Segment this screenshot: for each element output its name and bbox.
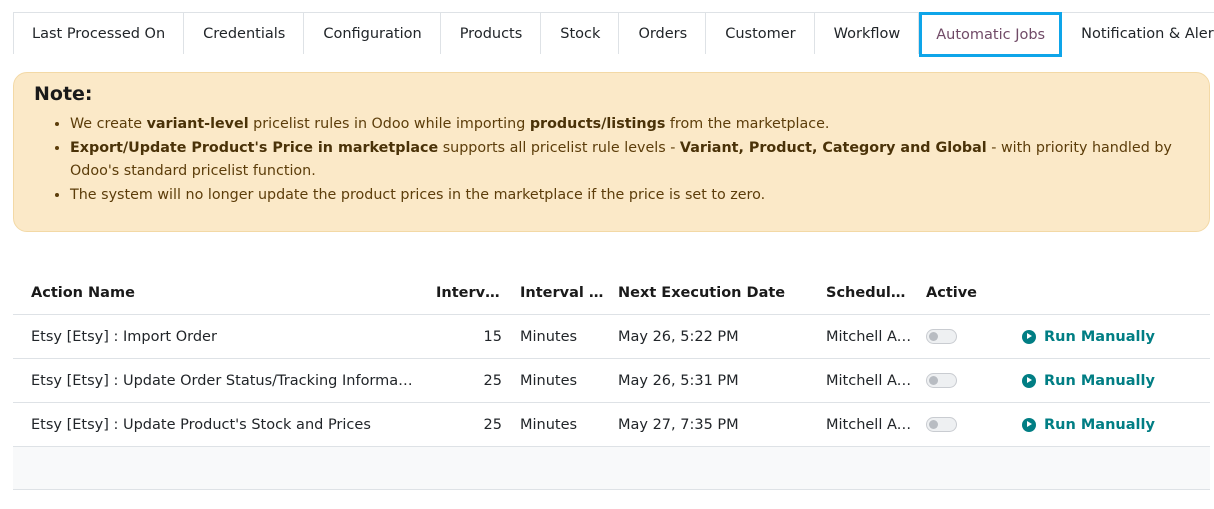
cell-action-name: Etsy [Etsy] : Import Order xyxy=(31,328,217,345)
active-toggle[interactable] xyxy=(926,373,957,388)
tab-bar: Last Processed On Credentials Configurat… xyxy=(13,12,1214,57)
tab-stock[interactable]: Stock xyxy=(541,13,620,54)
table-row[interactable]: Etsy [Etsy] : Import Order 15 Minutes Ma… xyxy=(13,315,1210,359)
note-item: Export/Update Product's Price in marketp… xyxy=(70,137,1189,184)
cell-active xyxy=(914,329,1022,345)
cell-interval-unit: Minutes xyxy=(520,372,578,389)
note-text: supports all pricelist rule levels - xyxy=(438,139,680,156)
tab-automatic-jobs[interactable]: Automatic Jobs xyxy=(919,12,1063,57)
table-row[interactable]: Etsy [Etsy] : Update Order Status/Tracki… xyxy=(13,359,1210,403)
play-circle-icon xyxy=(1022,373,1036,388)
header-active[interactable]: Active xyxy=(914,285,1022,301)
tab-last-processed-on[interactable]: Last Processed On xyxy=(13,13,185,54)
tab-orders[interactable]: Orders xyxy=(619,13,707,54)
note-list: We create variant-level pricelist rules … xyxy=(34,113,1189,207)
active-toggle[interactable] xyxy=(926,329,957,344)
cell-interval-unit: Minutes xyxy=(520,328,578,345)
note-text: pricelist rules in Odoo while importing xyxy=(248,116,530,132)
cell-scheduler-user: Mitchell Admin xyxy=(826,328,914,345)
table-header: Action Name Interval Number Interval Uni… xyxy=(13,272,1210,315)
cell-interval-number: 15 xyxy=(483,328,502,345)
table-empty-row xyxy=(13,447,1210,490)
header-interval-number[interactable]: Interval Number xyxy=(418,285,510,301)
run-manually-label: Run Manually xyxy=(1044,328,1155,345)
cell-run: Run Manually xyxy=(1022,373,1210,389)
tab-products[interactable]: Products xyxy=(440,13,542,54)
cell-scheduler-user: Mitchell Admin xyxy=(826,372,914,389)
cell-run: Run Manually xyxy=(1022,417,1210,433)
note-bold: variant-level xyxy=(146,116,249,132)
automatic-jobs-table: Action Name Interval Number Interval Uni… xyxy=(13,272,1210,490)
tab-customer[interactable]: Customer xyxy=(706,13,815,54)
tab-notification-alerts[interactable]: Notification & Alerts xyxy=(1062,13,1214,54)
cell-next-execution-date: May 27, 7:35 PM xyxy=(618,416,739,433)
cell-interval-number: 25 xyxy=(483,416,502,433)
note-text: We create xyxy=(70,116,147,132)
header-interval-unit[interactable]: Interval Unit xyxy=(510,285,608,301)
cell-action-name: Etsy [Etsy] : Update Product's Stock and… xyxy=(31,416,371,433)
play-circle-icon xyxy=(1022,417,1036,432)
note-text: The system will no longer update the pro… xyxy=(70,186,766,203)
note-bold: Export/Update Product's Price in marketp… xyxy=(70,139,439,156)
cell-next-execution-date: May 26, 5:31 PM xyxy=(618,372,739,389)
note-title: Note: xyxy=(34,83,93,105)
cell-active xyxy=(914,417,1022,433)
note-item: We create variant-level pricelist rules … xyxy=(70,113,1189,137)
play-circle-icon xyxy=(1022,329,1036,344)
cell-action-name: Etsy [Etsy] : Update Order Status/Tracki… xyxy=(31,372,418,389)
header-scheduler-user[interactable]: Scheduler User xyxy=(814,285,914,301)
cell-interval-number: 25 xyxy=(483,372,502,389)
cell-next-execution-date: May 26, 5:22 PM xyxy=(618,328,739,345)
note-bold: products/listings xyxy=(529,116,666,132)
active-toggle[interactable] xyxy=(926,417,957,432)
note-box: Note: We create variant-level pricelist … xyxy=(13,72,1210,232)
cell-active xyxy=(914,373,1022,389)
note-bold: Variant, Product, Category and Global xyxy=(679,139,987,156)
run-manually-button[interactable]: Run Manually xyxy=(1022,417,1210,433)
cell-run: Run Manually xyxy=(1022,329,1210,345)
run-manually-label: Run Manually xyxy=(1044,416,1155,433)
header-action-name[interactable]: Action Name xyxy=(13,285,418,301)
run-manually-button[interactable]: Run Manually xyxy=(1022,373,1210,389)
cell-interval-unit: Minutes xyxy=(520,416,578,433)
cell-scheduler-user: Mitchell Admin xyxy=(826,416,914,433)
run-manually-label: Run Manually xyxy=(1044,372,1155,389)
tab-configuration[interactable]: Configuration xyxy=(304,13,441,54)
note-text: from the marketplace. xyxy=(665,116,830,132)
table-row[interactable]: Etsy [Etsy] : Update Product's Stock and… xyxy=(13,403,1210,447)
tab-workflow[interactable]: Workflow xyxy=(814,13,920,54)
note-item: The system will no longer update the pro… xyxy=(70,184,1189,208)
tab-credentials[interactable]: Credentials xyxy=(184,13,305,54)
run-manually-button[interactable]: Run Manually xyxy=(1022,329,1210,345)
header-next-execution-date[interactable]: Next Execution Date xyxy=(608,285,814,301)
